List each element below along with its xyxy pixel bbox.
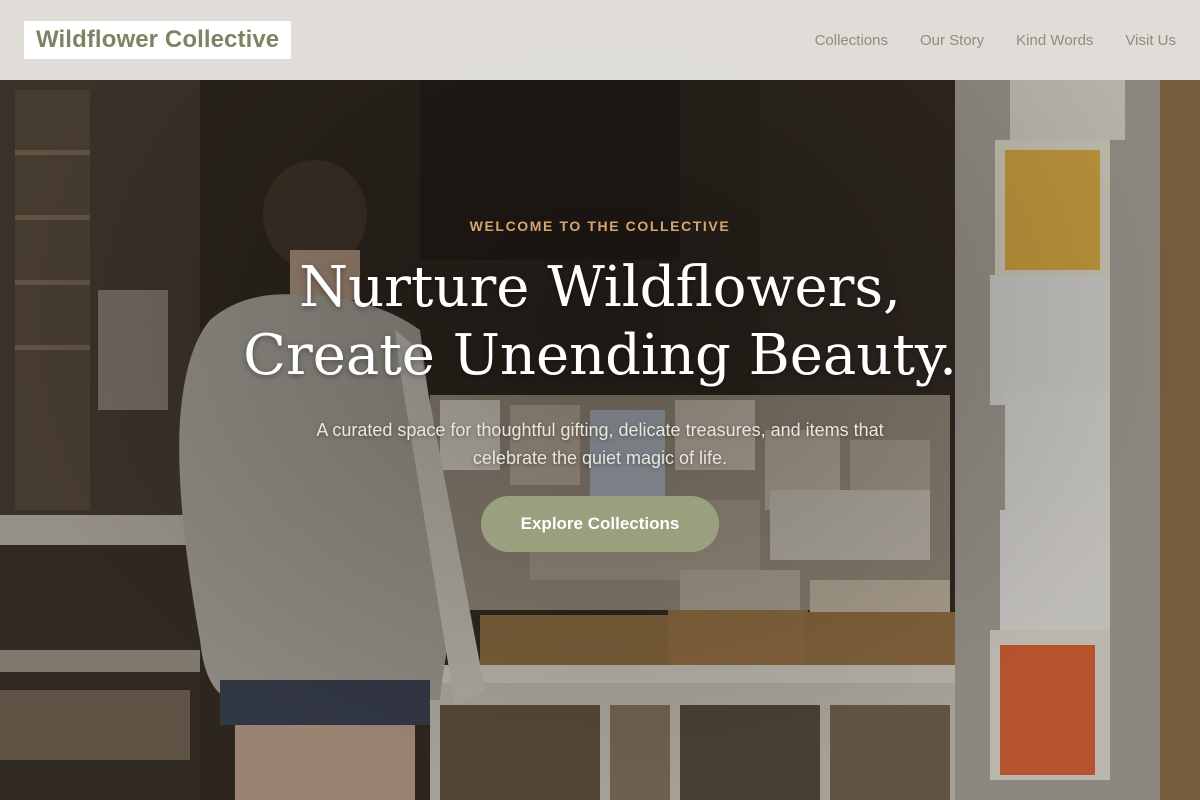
site-logo[interactable]: Wildflower Collective [24, 21, 292, 59]
hero-title-line-2: Create Unending Beauty. [243, 323, 957, 388]
main-nav: Collections Our Story Kind Words Visit U… [815, 32, 1176, 49]
hero-eyebrow: WELCOME TO THE COLLECTIVE [469, 218, 731, 234]
hero-subtitle: A curated space for thoughtful gifting, … [316, 420, 884, 468]
hero-content: WELCOME TO THE COLLECTIVE Nurture Wildfl… [0, 218, 1200, 552]
nav-link-our-story[interactable]: Our Story [920, 32, 984, 49]
hero-title: Nurture Wildflowers, Create Unending Bea… [0, 254, 1200, 390]
nav-link-collections[interactable]: Collections [815, 32, 888, 49]
nav-link-visit-us[interactable]: Visit Us [1125, 32, 1176, 49]
hero-title-line-1: Nurture Wildflowers, [299, 255, 901, 320]
nav-link-kind-words[interactable]: Kind Words [1016, 32, 1093, 49]
site-header: Wildflower Collective Collections Our St… [0, 0, 1200, 80]
explore-collections-button[interactable]: Explore Collections [480, 496, 720, 552]
